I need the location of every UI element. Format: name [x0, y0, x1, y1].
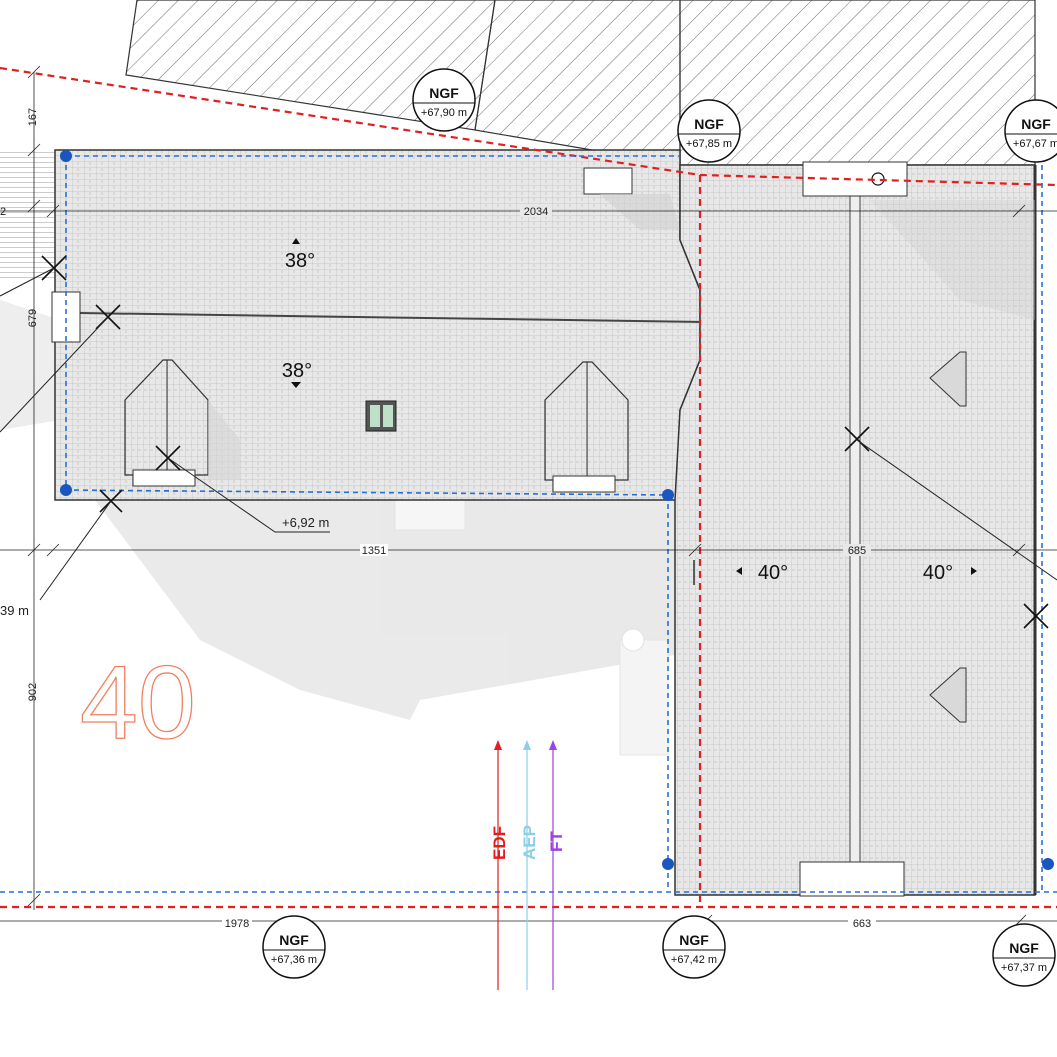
- dim-2034: 2034: [524, 206, 548, 218]
- slope-lower: 38°: [282, 360, 312, 382]
- dim-679: 679: [27, 309, 39, 327]
- roof-window: [365, 400, 397, 432]
- ngf-value: +67,42 m: [671, 954, 717, 966]
- ngf-title: NGF: [694, 116, 724, 132]
- ngf-marker: NGF +67,36 m: [262, 915, 326, 979]
- dim-167: 167: [27, 108, 39, 126]
- utility-networks: EDF AEP FT: [490, 740, 566, 990]
- elevation-partial: 39 m: [0, 603, 29, 618]
- dim-1978: 1978: [225, 918, 249, 930]
- ngf-title: NGF: [1021, 116, 1051, 132]
- dim-663: 663: [853, 918, 871, 930]
- network-ft-label: FT: [547, 831, 566, 852]
- network-edf-label: EDF: [490, 826, 509, 860]
- slope-annex-right: 40°: [923, 562, 953, 584]
- ngf-marker: NGF +67,42 m: [662, 915, 726, 979]
- dim-2: 2: [0, 206, 6, 218]
- survey-point: [662, 858, 674, 870]
- arrow-up-icon: [549, 740, 557, 750]
- ngf-title: NGF: [1009, 940, 1039, 956]
- dim-685: 685: [848, 545, 866, 557]
- ngf-value: +67,85 m: [686, 138, 732, 150]
- chimney-annex-top: [802, 161, 908, 197]
- ngf-marker: NGF +67,90 m: [412, 68, 476, 132]
- dim-1351: 1351: [362, 545, 386, 557]
- network-ft: FT: [547, 740, 566, 990]
- neighbour-building-mid: [474, 0, 681, 166]
- roof-annex: [674, 161, 1037, 897]
- slope-annex-left: 40°: [758, 562, 788, 584]
- network-edf: EDF: [490, 740, 509, 990]
- survey-point: [60, 484, 72, 496]
- roof-annex-ridge: [849, 194, 861, 866]
- site-plan: 167 2 2034 679 1351 685 902 1978 663 38°…: [0, 0, 1057, 990]
- neighbour-buildings: [125, 0, 1036, 166]
- roof-main: [51, 149, 706, 501]
- arrow-up-icon: [494, 740, 502, 750]
- chimney-left: [51, 291, 81, 343]
- ngf-marker: NGF +67,37 m: [992, 923, 1056, 987]
- network-aep-label: AEP: [520, 825, 539, 860]
- arrow-up-icon: [523, 740, 531, 750]
- parcel-number: 40: [80, 645, 196, 761]
- chimney-top: [583, 167, 633, 195]
- ngf-marker: NGF +67,85 m: [677, 99, 741, 163]
- ngf-value: +67,36 m: [271, 954, 317, 966]
- ngf-title: NGF: [429, 85, 459, 101]
- ngf-value: +67,90 m: [421, 107, 467, 119]
- survey-point: [1042, 858, 1054, 870]
- network-aep: AEP: [520, 740, 539, 990]
- slope-upper: 38°: [285, 250, 315, 272]
- ngf-title: NGF: [279, 932, 309, 948]
- ngf-value: +67,67 m: [1013, 138, 1057, 150]
- ngf-value: +67,37 m: [1001, 962, 1047, 974]
- ngf-title: NGF: [679, 932, 709, 948]
- dim-902: 902: [27, 683, 39, 701]
- elevation-ridge: +6,92 m: [282, 515, 329, 530]
- survey-point: [60, 150, 72, 162]
- survey-point: [662, 489, 674, 501]
- chimney-annex-bottom: [799, 861, 905, 897]
